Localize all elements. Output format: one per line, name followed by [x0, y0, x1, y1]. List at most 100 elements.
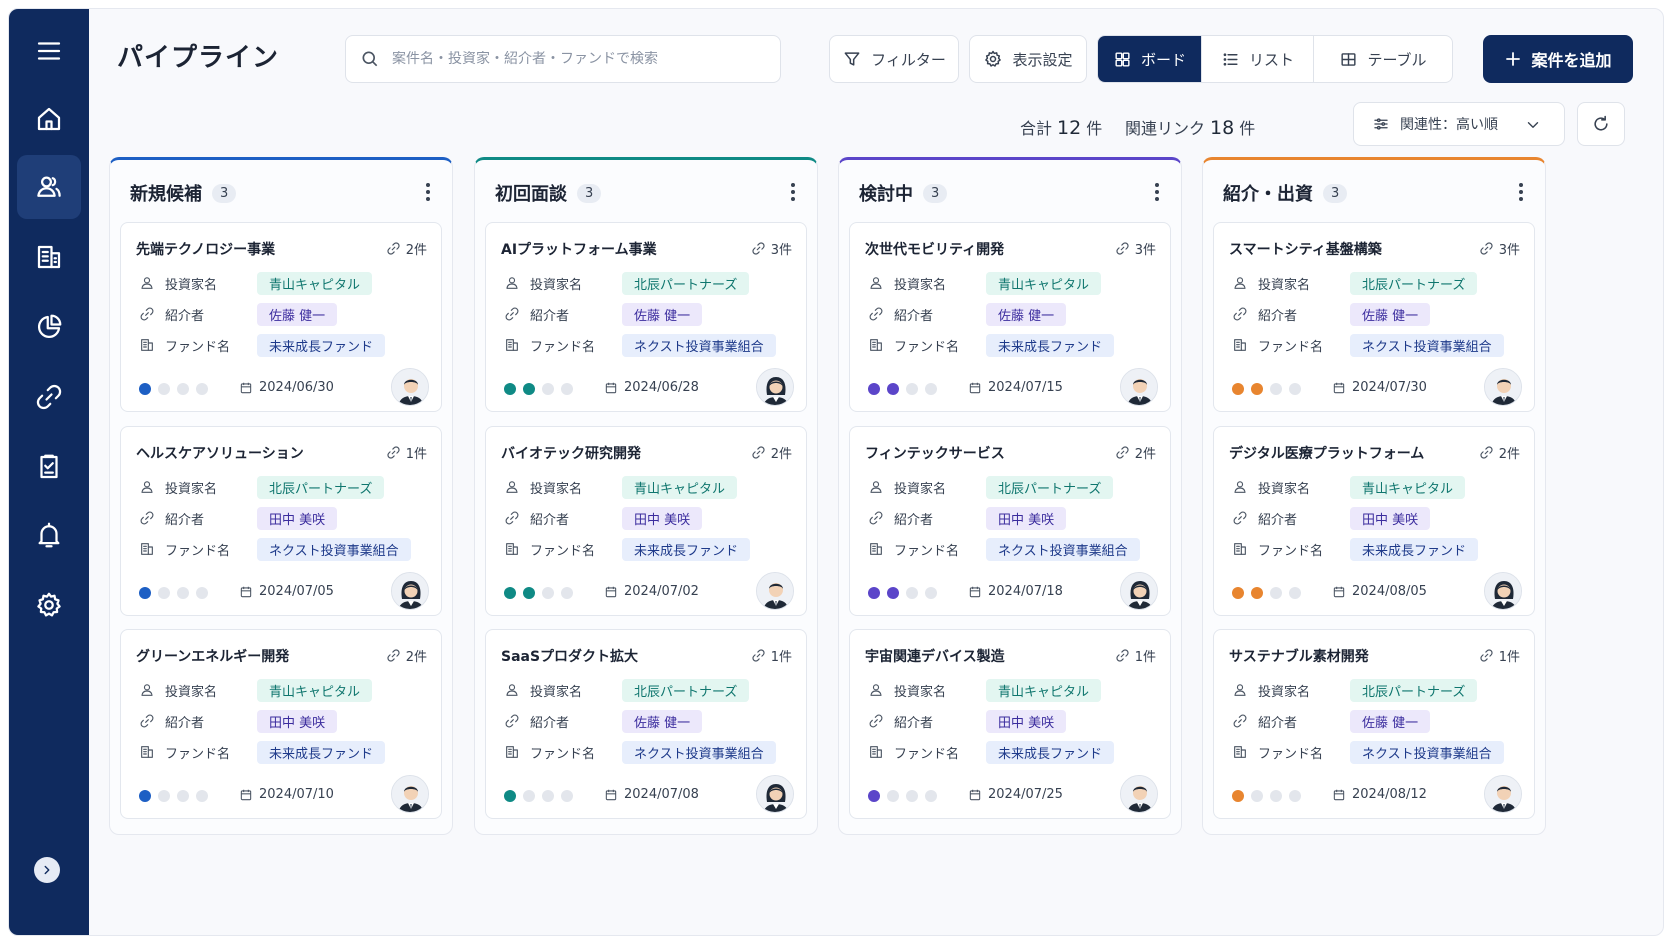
progress-dot: [906, 383, 918, 395]
fund-tag[interactable]: ネクスト投資事業組合: [1350, 740, 1504, 764]
related-links-count[interactable]: 1件: [751, 646, 792, 665]
search-box[interactable]: [345, 35, 781, 83]
avatar[interactable]: [1120, 368, 1158, 406]
deal-card[interactable]: デジタル医療プラットフォーム 2件 投資家名 青山キャピタル 紹介者 田中 美咲…: [1213, 426, 1535, 616]
fund-tag[interactable]: ネクスト投資事業組合: [1350, 333, 1504, 357]
related-links-count[interactable]: 2件: [1479, 443, 1520, 462]
view-tab-table[interactable]: テーブル: [1314, 36, 1452, 82]
search-input[interactable]: [392, 51, 772, 67]
introducer-tag[interactable]: 佐藤 健一: [257, 302, 338, 326]
sidebar-item-people[interactable]: [17, 155, 81, 219]
progress-dot: [542, 790, 554, 802]
investor-tag[interactable]: 青山キャピタル: [986, 678, 1102, 702]
fund-tag[interactable]: 未来成長ファンド: [257, 333, 386, 357]
fund-tag[interactable]: 未来成長ファンド: [257, 740, 386, 764]
avatar[interactable]: [756, 775, 794, 813]
filter-button[interactable]: フィルター: [829, 35, 959, 83]
fund-tag[interactable]: 未来成長ファンド: [986, 740, 1115, 764]
sidebar-expand-button[interactable]: [34, 857, 60, 883]
related-links-count[interactable]: 1件: [1115, 646, 1156, 665]
related-links-count[interactable]: 2件: [386, 646, 427, 665]
column-menu-icon[interactable]: [1147, 180, 1167, 204]
fund-tag[interactable]: ネクスト投資事業組合: [257, 537, 411, 561]
avatar[interactable]: [756, 572, 794, 610]
related-links-count[interactable]: 2件: [1115, 443, 1156, 462]
investor-tag[interactable]: 青山キャピタル: [622, 475, 738, 499]
avatar[interactable]: [1120, 775, 1158, 813]
deal-card[interactable]: 先端テクノロジー事業 2件 投資家名 青山キャピタル 紹介者 佐藤 健一 ファン…: [120, 222, 442, 412]
add-deal-button[interactable]: 案件を追加: [1483, 35, 1633, 83]
investor-tag[interactable]: 青山キャピタル: [257, 271, 373, 295]
sidebar-item-links[interactable]: [17, 365, 81, 429]
deal-date: 2024/06/30: [239, 380, 334, 395]
menu-icon[interactable]: [17, 19, 81, 83]
deal-card[interactable]: サステナブル素材開発 1件 投資家名 北辰パートナーズ 紹介者 佐藤 健一 ファ…: [1213, 629, 1535, 819]
introducer-tag[interactable]: 田中 美咲: [257, 709, 338, 733]
introducer-tag[interactable]: 田中 美咲: [986, 709, 1067, 733]
sidebar-item-notifications[interactable]: [17, 503, 81, 567]
avatar[interactable]: [391, 775, 429, 813]
related-links-count[interactable]: 2件: [751, 443, 792, 462]
view-tab-board[interactable]: ボード: [1098, 36, 1202, 82]
progress-indicator: [868, 790, 937, 802]
introducer-tag[interactable]: 田中 美咲: [986, 506, 1067, 530]
deal-card[interactable]: グリーンエネルギー開発 2件 投資家名 青山キャピタル 紹介者 田中 美咲 ファ…: [120, 629, 442, 819]
related-links-count[interactable]: 3件: [751, 239, 792, 258]
deal-card[interactable]: スマートシティ基盤構築 3件 投資家名 北辰パートナーズ 紹介者 佐藤 健一 フ…: [1213, 222, 1535, 412]
related-links-count[interactable]: 2件: [386, 239, 427, 258]
deal-card[interactable]: フィンテックサービス 2件 投資家名 北辰パートナーズ 紹介者 田中 美咲 ファ…: [849, 426, 1171, 616]
investor-tag[interactable]: 北辰パートナーズ: [622, 678, 750, 702]
deal-card[interactable]: 次世代モビリティ開発 3件 投資家名 青山キャピタル 紹介者 佐藤 健一 ファン…: [849, 222, 1171, 412]
sort-dropdown[interactable]: 関連性：高い順: [1353, 102, 1565, 146]
fund-tag[interactable]: ネクスト投資事業組合: [986, 537, 1140, 561]
investor-tag[interactable]: 青山キャピタル: [257, 678, 373, 702]
avatar[interactable]: [1484, 775, 1522, 813]
introducer-tag[interactable]: 佐藤 健一: [622, 709, 703, 733]
related-links-count[interactable]: 3件: [1479, 239, 1520, 258]
investor-tag[interactable]: 青山キャピタル: [1350, 475, 1466, 499]
avatar[interactable]: [391, 572, 429, 610]
sidebar-item-home[interactable]: [17, 87, 81, 151]
column-menu-icon[interactable]: [783, 180, 803, 204]
investor-tag[interactable]: 北辰パートナーズ: [257, 475, 385, 499]
deal-card[interactable]: AIプラットフォーム事業 3件 投資家名 北辰パートナーズ 紹介者 佐藤 健一 …: [485, 222, 807, 412]
fund-tag[interactable]: 未来成長ファンド: [986, 333, 1115, 357]
sidebar-item-analytics[interactable]: [17, 295, 81, 359]
related-links-count[interactable]: 1件: [1479, 646, 1520, 665]
deal-card[interactable]: ヘルスケアソリューション 1件 投資家名 北辰パートナーズ 紹介者 田中 美咲 …: [120, 426, 442, 616]
avatar[interactable]: [1484, 572, 1522, 610]
investor-tag[interactable]: 北辰パートナーズ: [1350, 678, 1478, 702]
view-tab-list[interactable]: リスト: [1202, 36, 1314, 82]
introducer-tag[interactable]: 佐藤 健一: [622, 302, 703, 326]
introducer-tag[interactable]: 田中 美咲: [1350, 506, 1431, 530]
avatar[interactable]: [1120, 572, 1158, 610]
column-menu-icon[interactable]: [418, 180, 438, 204]
introducer-tag[interactable]: 佐藤 健一: [986, 302, 1067, 326]
deal-card[interactable]: SaaSプロダクト拡大 1件 投資家名 北辰パートナーズ 紹介者 佐藤 健一 フ…: [485, 629, 807, 819]
fund-tag[interactable]: 未来成長ファンド: [1350, 537, 1479, 561]
introducer-tag[interactable]: 田中 美咲: [257, 506, 338, 530]
deal-card[interactable]: 宇宙関連デバイス製造 1件 投資家名 青山キャピタル 紹介者 田中 美咲 ファン…: [849, 629, 1171, 819]
investor-tag[interactable]: 北辰パートナーズ: [986, 475, 1114, 499]
sidebar-item-settings[interactable]: [17, 573, 81, 637]
related-links-count[interactable]: 3件: [1115, 239, 1156, 258]
fund-tag[interactable]: ネクスト投資事業組合: [622, 333, 776, 357]
investor-tag[interactable]: 青山キャピタル: [986, 271, 1102, 295]
refresh-button[interactable]: [1577, 102, 1625, 146]
introducer-tag[interactable]: 田中 美咲: [622, 506, 703, 530]
investor-tag[interactable]: 北辰パートナーズ: [622, 271, 750, 295]
avatar[interactable]: [391, 368, 429, 406]
fund-tag[interactable]: ネクスト投資事業組合: [622, 740, 776, 764]
investor-tag[interactable]: 北辰パートナーズ: [1350, 271, 1478, 295]
introducer-tag[interactable]: 佐藤 健一: [1350, 709, 1431, 733]
deal-card[interactable]: バイオテック研究開発 2件 投資家名 青山キャピタル 紹介者 田中 美咲 ファン…: [485, 426, 807, 616]
avatar[interactable]: [756, 368, 794, 406]
related-links-count[interactable]: 1件: [386, 443, 427, 462]
fund-tag[interactable]: 未来成長ファンド: [622, 537, 751, 561]
display-settings-button[interactable]: 表示設定: [969, 35, 1087, 83]
column-menu-icon[interactable]: [1511, 180, 1531, 204]
sidebar-item-companies[interactable]: [17, 225, 81, 289]
introducer-tag[interactable]: 佐藤 健一: [1350, 302, 1431, 326]
sidebar-item-tasks[interactable]: [17, 435, 81, 499]
avatar[interactable]: [1484, 368, 1522, 406]
